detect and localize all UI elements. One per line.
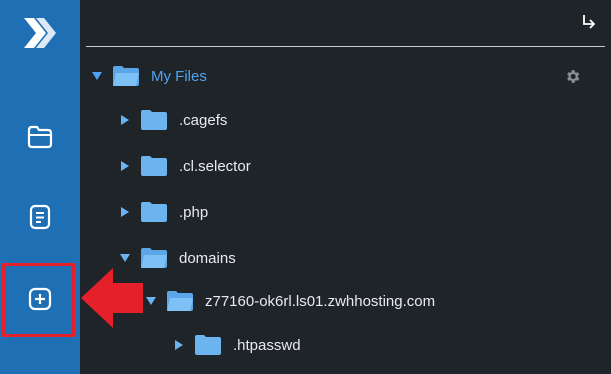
app-logo-icon[interactable] (22, 14, 58, 52)
caret-right-icon[interactable] (118, 205, 132, 219)
sidebar-files-button[interactable] (25, 122, 55, 152)
folder-open-icon (113, 66, 139, 86)
folder-open-icon (167, 291, 193, 311)
file-browser: My Files .cagefs .cl.selector .php domai… (80, 0, 611, 374)
tree-item-cagefs[interactable]: .cagefs (118, 106, 227, 134)
caret-right-icon[interactable] (118, 113, 132, 127)
logout-arrow-icon[interactable] (579, 12, 599, 30)
tree-item-label: domains (179, 249, 236, 267)
tree-item-label: z77160-ok6rl.ls01.zwhhosting.com (205, 292, 436, 310)
folder-icon (141, 110, 167, 130)
tree-item-label: .htpasswd (233, 336, 301, 354)
caret-right-icon[interactable] (118, 159, 132, 173)
tree-item-label: .cagefs (179, 111, 228, 129)
document-icon (29, 204, 51, 230)
tree-root-label: My Files (151, 67, 207, 85)
caret-down-icon[interactable] (118, 251, 132, 265)
tree-item-label: .php (179, 203, 209, 221)
tree-item-htpasswd[interactable]: .htpasswd (172, 331, 301, 359)
header-divider (86, 46, 605, 47)
gear-icon[interactable] (564, 68, 581, 85)
folder-icon (27, 125, 53, 149)
tree-item-domain-folder[interactable]: z77160-ok6rl.ls01.zwhhosting.com (144, 287, 435, 315)
tree-root-my-files[interactable]: My Files (90, 62, 207, 90)
highlight-box (2, 263, 75, 337)
tree-item-domains[interactable]: domains (118, 244, 236, 272)
folder-open-icon (141, 248, 167, 268)
tree-item-php[interactable]: .php (118, 198, 208, 226)
folder-icon (141, 156, 167, 176)
caret-down-icon[interactable] (90, 69, 104, 83)
caret-down-icon[interactable] (144, 294, 158, 308)
sidebar-documents-button[interactable] (25, 202, 55, 232)
folder-icon (195, 335, 221, 355)
folder-icon (141, 202, 167, 222)
tree-item-label: .cl.selector (179, 157, 251, 175)
caret-right-icon[interactable] (172, 338, 186, 352)
tree-item-cl-selector[interactable]: .cl.selector (118, 152, 251, 180)
